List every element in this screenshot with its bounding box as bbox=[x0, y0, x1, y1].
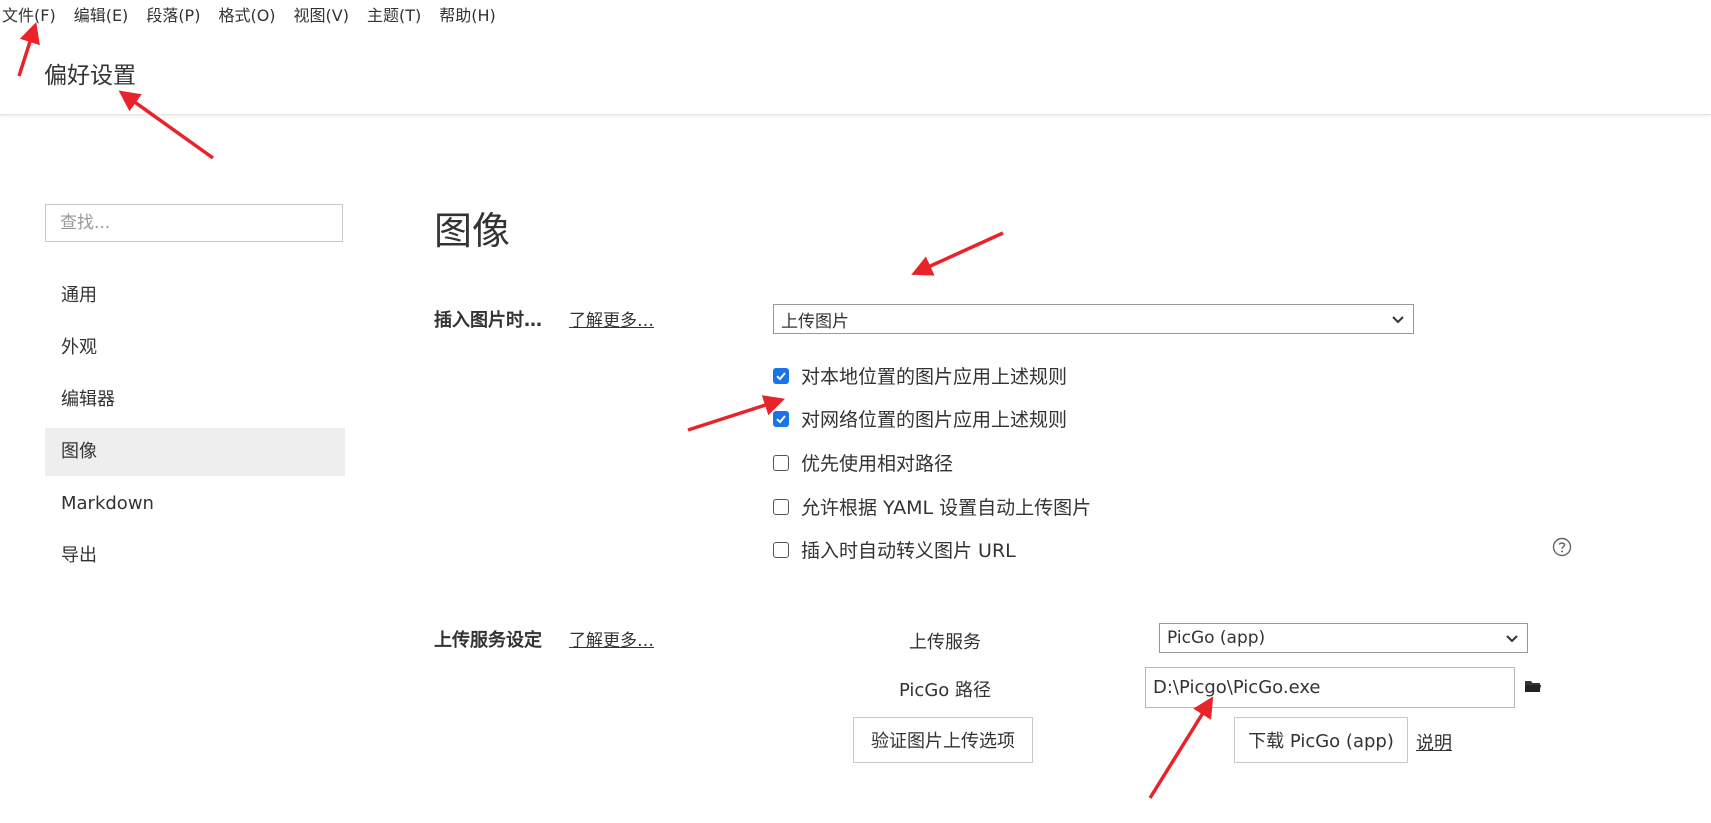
sidebar-item-editor[interactable]: 编辑器 bbox=[45, 376, 345, 424]
insert-action-select[interactable]: 上传图片 bbox=[773, 304, 1414, 334]
annotation-arrow bbox=[687, 395, 785, 432]
option-local-images[interactable]: 对本地位置的图片应用上述规则 bbox=[773, 362, 1067, 389]
menu-help[interactable]: 帮助(H) bbox=[430, 0, 505, 32]
menu-view[interactable]: 视图(V) bbox=[285, 0, 358, 32]
insert-learn-more-link[interactable]: 了解更多… bbox=[569, 306, 654, 331]
chevron-down-icon bbox=[1392, 316, 1404, 324]
folder-icon[interactable] bbox=[1524, 678, 1542, 694]
menu-bar: 文件(F) 编辑(E) 段落(P) 格式(O) 视图(V) 主题(T) 帮助(H… bbox=[0, 0, 505, 32]
option-network-images[interactable]: 对网络位置的图片应用上述规则 bbox=[773, 405, 1067, 432]
checkbox-checked-icon[interactable] bbox=[773, 367, 789, 384]
picgo-path-value: D:\Picgo\PicGo.exe bbox=[1153, 677, 1321, 698]
option-label: 对本地位置的图片应用上述规则 bbox=[801, 366, 1068, 388]
upload-service-field-label: 上传服务 bbox=[909, 632, 981, 653]
verify-upload-button[interactable]: 验证图片上传选项 bbox=[853, 717, 1033, 763]
menu-paragraph[interactable]: 段落(P) bbox=[137, 0, 209, 32]
sidebar-item-export[interactable]: 导出 bbox=[45, 532, 345, 580]
sidebar-item-appearance[interactable]: 外观 bbox=[45, 324, 345, 372]
menu-theme[interactable]: 主题(T) bbox=[358, 0, 430, 32]
sidebar-item-markdown[interactable]: Markdown bbox=[45, 480, 345, 528]
picgo-path-input[interactable]: D:\Picgo\PicGo.exe bbox=[1145, 667, 1515, 708]
option-yaml-upload[interactable]: 允许根据 YAML 设置自动上传图片 bbox=[773, 493, 1091, 520]
menu-file[interactable]: 文件(F) bbox=[0, 0, 65, 32]
option-label: 对网络位置的图片应用上述规则 bbox=[801, 409, 1068, 431]
checkbox-unchecked-icon[interactable] bbox=[773, 498, 789, 515]
menu-edit[interactable]: 编辑(E) bbox=[65, 0, 138, 32]
checkbox-unchecked-icon[interactable] bbox=[773, 541, 789, 558]
search-input[interactable] bbox=[45, 204, 343, 242]
option-escape-url[interactable]: 插入时自动转义图片 URL bbox=[773, 536, 1016, 563]
section-title: 图像 bbox=[434, 209, 511, 253]
upload-service-value: PicGo (app) bbox=[1167, 628, 1266, 648]
insert-action-value: 上传图片 bbox=[781, 311, 849, 332]
sidebar-item-image[interactable]: 图像 bbox=[45, 428, 345, 476]
upload-service-label: 上传服务设定 bbox=[434, 630, 542, 651]
option-relative-path[interactable]: 优先使用相对路径 bbox=[773, 449, 953, 476]
upload-learn-more-link[interactable]: 了解更多… bbox=[569, 626, 654, 651]
insert-image-label: 插入图片时… bbox=[434, 310, 542, 331]
option-label: 允许根据 YAML 设置自动上传图片 bbox=[801, 497, 1092, 519]
checkbox-unchecked-icon[interactable] bbox=[773, 454, 789, 471]
annotation-arrow bbox=[911, 231, 1004, 276]
sidebar-item-general[interactable]: 通用 bbox=[45, 272, 345, 320]
annotation-arrow bbox=[1148, 696, 1214, 799]
preferences-header: 偏好设置 bbox=[0, 32, 1711, 115]
picgo-path-label: PicGo 路径 bbox=[898, 680, 992, 701]
menu-format[interactable]: 格式(O) bbox=[209, 0, 284, 32]
download-picgo-button[interactable]: 下载 PicGo (app) bbox=[1234, 717, 1408, 763]
sidebar-nav: 通用 外观 编辑器 图像 Markdown 导出 bbox=[45, 272, 345, 584]
upload-service-select[interactable]: PicGo (app) bbox=[1159, 623, 1528, 653]
help-icon[interactable] bbox=[1552, 537, 1572, 557]
chevron-down-icon bbox=[1506, 635, 1518, 643]
option-label: 优先使用相对路径 bbox=[801, 453, 954, 475]
page-title: 偏好设置 bbox=[44, 63, 136, 89]
option-label: 插入时自动转义图片 URL bbox=[801, 540, 1016, 562]
instructions-link[interactable]: 说明 bbox=[1416, 729, 1452, 755]
checkbox-checked-icon[interactable] bbox=[773, 410, 789, 427]
